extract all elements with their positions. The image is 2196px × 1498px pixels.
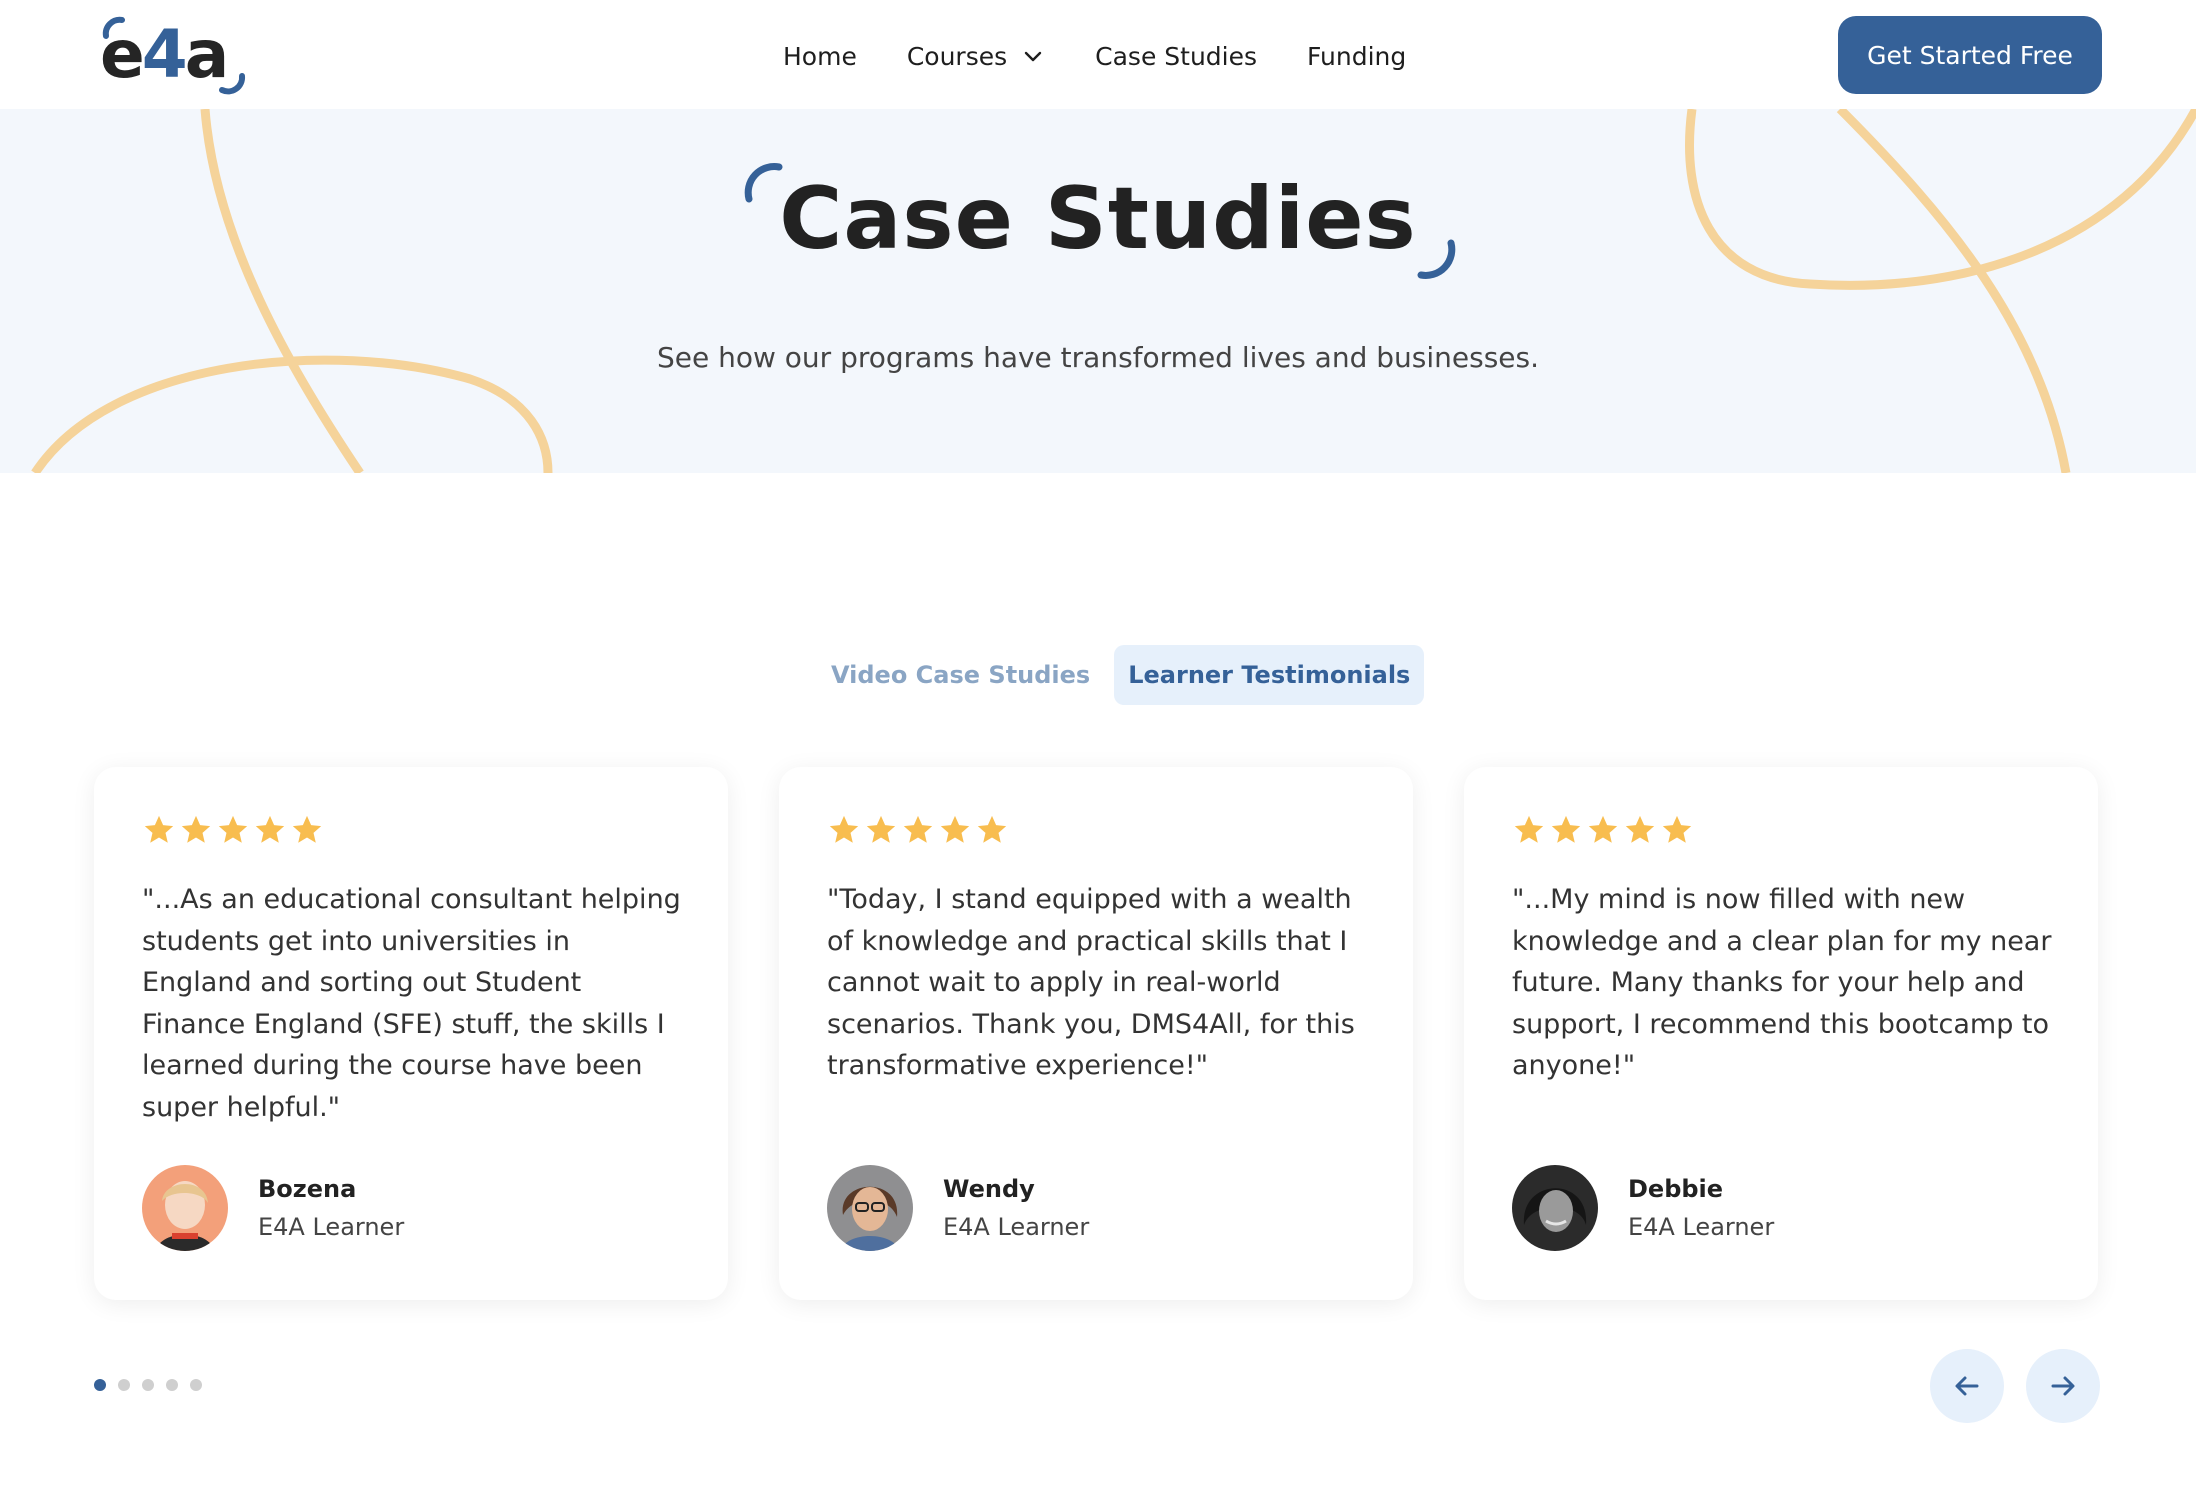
- pagination-dot[interactable]: [94, 1379, 106, 1391]
- page-title: Case Studies: [745, 163, 1455, 279]
- star-icon: [144, 815, 174, 843]
- carousel-pagination: [94, 1379, 214, 1391]
- main-nav: Home Courses Case Studies Funding: [783, 36, 1456, 76]
- carousel-next-button[interactable]: [2026, 1349, 2100, 1423]
- star-icon: [866, 815, 896, 843]
- author-role: E4A Learner: [258, 1213, 405, 1241]
- tab-video-case-studies[interactable]: Video Case Studies: [817, 645, 1104, 705]
- author-role: E4A Learner: [943, 1213, 1090, 1241]
- title-arc-left-icon: [745, 163, 783, 203]
- star-icon: [1514, 815, 1544, 843]
- testimonial-author: Wendy E4A Learner: [827, 1165, 1089, 1251]
- star-icon: [829, 815, 859, 843]
- pagination-dot[interactable]: [142, 1379, 154, 1391]
- star-icon: [1551, 815, 1581, 843]
- star-icon: [940, 815, 970, 843]
- star-icon: [292, 815, 322, 843]
- star-icon: [1662, 815, 1692, 843]
- site-header: e4a Home Courses Case Studies Funding Ge…: [0, 0, 2196, 109]
- star-icon: [181, 815, 211, 843]
- case-study-tabs: Video Case Studies Learner Testimonials: [817, 645, 1425, 705]
- star-icon: [255, 815, 285, 843]
- avatar: [142, 1165, 228, 1251]
- star-rating: [1512, 813, 1697, 847]
- hero-banner: Case Studies See how our programs have t…: [0, 109, 2196, 473]
- nav-courses-label: Courses: [906, 41, 1008, 71]
- avatar: [827, 1165, 913, 1251]
- testimonial-quote: "Today, I stand equipped with a wealth o…: [827, 884, 1355, 1081]
- page-subtitle: See how our programs have transformed li…: [656, 341, 1540, 374]
- star-rating: [142, 813, 327, 847]
- star-icon: [218, 815, 248, 843]
- nav-funding-label: Funding: [1307, 41, 1407, 71]
- star-icon: [903, 815, 933, 843]
- star-icon: [1625, 815, 1655, 843]
- arrow-left-icon: [1955, 1376, 1979, 1396]
- testimonial-card: "Today, I stand equipped with a wealth o…: [779, 767, 1413, 1300]
- testimonial-author: Bozena E4A Learner: [142, 1165, 404, 1251]
- decorative-curves-icon: [31, 109, 2196, 473]
- author-name: Bozena: [258, 1175, 357, 1203]
- logo-wordmark: e4a: [100, 16, 229, 93]
- testimonial-author: Debbie E4A Learner: [1512, 1165, 1774, 1251]
- star-icon: [977, 815, 1007, 843]
- pagination-dot[interactable]: [166, 1379, 178, 1391]
- chevron-down-icon: [1024, 51, 1042, 62]
- author-role: E4A Learner: [1628, 1213, 1775, 1241]
- testimonial-quote: "...My mind is now filled with new knowl…: [1512, 884, 2052, 1081]
- pagination-dot[interactable]: [118, 1379, 130, 1391]
- nav-courses[interactable]: Courses: [907, 42, 1045, 71]
- testimonial-card: "...As an educational consultant helping…: [94, 767, 728, 1300]
- nav-funding[interactable]: Funding: [1307, 42, 1406, 71]
- avatar: [1512, 1165, 1598, 1251]
- e4a-logo[interactable]: e4a: [92, 14, 252, 96]
- nav-home[interactable]: Home: [783, 42, 857, 71]
- author-name: Debbie: [1628, 1175, 1724, 1203]
- title-arc-right-icon: [1417, 239, 1455, 279]
- nav-case-studies-label: Case Studies: [1095, 41, 1258, 71]
- get-started-button[interactable]: Get Started Free: [1838, 16, 2102, 94]
- author-name: Wendy: [943, 1175, 1035, 1203]
- page-title-text: Case Studies: [779, 169, 1417, 269]
- star-icon: [1588, 815, 1618, 843]
- testimonial-card: "...My mind is now filled with new knowl…: [1464, 767, 2098, 1300]
- pagination-dot[interactable]: [190, 1379, 202, 1391]
- star-rating: [827, 813, 1012, 847]
- arrow-right-icon: [2051, 1376, 2075, 1396]
- testimonial-quote: "...As an educational consultant helping…: [142, 884, 681, 1123]
- nav-case-studies[interactable]: Case Studies: [1095, 42, 1257, 71]
- tab-learner-testimonials[interactable]: Learner Testimonials: [1114, 645, 1425, 705]
- nav-home-label: Home: [783, 41, 857, 71]
- carousel-prev-button[interactable]: [1930, 1349, 2004, 1423]
